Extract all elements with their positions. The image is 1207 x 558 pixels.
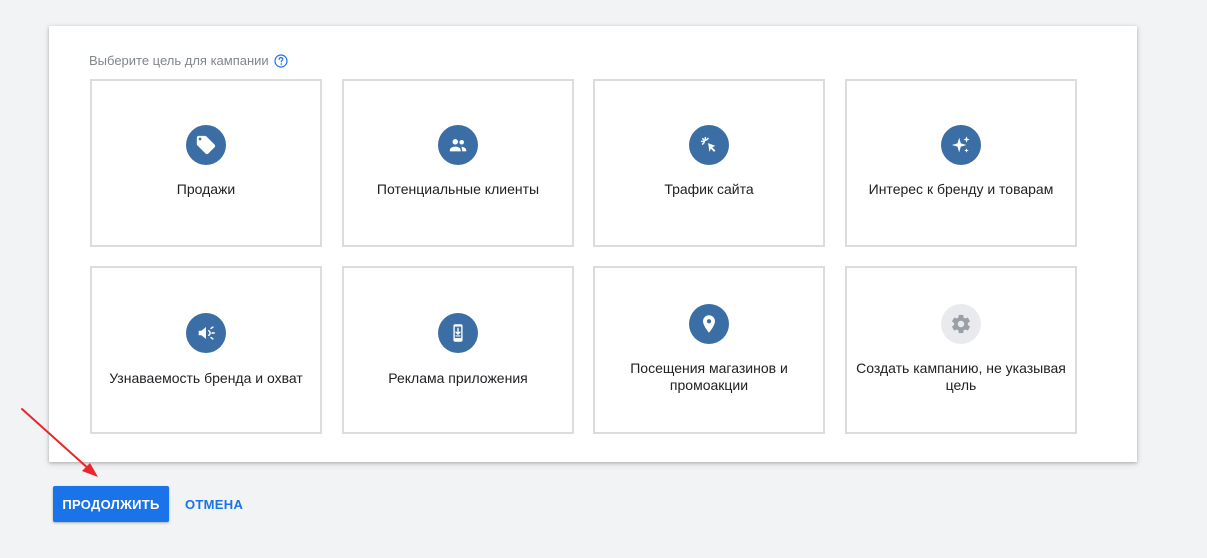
goal-tile-brand-interest[interactable]: Интерес к бренду и товарам [845,79,1077,247]
cursor-click-icon [689,125,729,165]
gear-icon [941,304,981,344]
goal-tile-label: Трафик сайта [664,181,754,197]
tag-icon [186,125,226,165]
goal-tile-brand-awareness[interactable]: Узнаваемость бренда и охват [90,266,322,434]
phone-download-icon [438,313,478,353]
goal-tile-label: Реклама приложения [388,370,528,386]
location-pin-icon [689,304,729,344]
goal-tile-label: Создать кампанию, не указывая цель [856,360,1066,393]
sparkle-icon [941,125,981,165]
campaign-goal-card: Выберите цель для кампании Продажи Потен… [49,26,1137,462]
goal-tile-app-promotion[interactable]: Реклама приложения [342,266,574,434]
help-circle-icon[interactable] [274,53,288,68]
goal-tile-website-traffic[interactable]: Трафик сайта [593,79,825,247]
megaphone-icon [186,313,226,353]
goal-tile-label: Потенциальные клиенты [376,181,540,197]
goal-heading-text: Выберите цель для кампании [89,53,269,68]
goal-tile-store-visits[interactable]: Посещения магазинов и промоакции [593,266,825,434]
goal-tile-label: Интерес к бренду и товарам [868,181,1054,197]
goal-heading: Выберите цель для кампании [89,53,288,68]
goal-tile-leads[interactable]: Потенциальные клиенты [342,79,574,247]
goal-tile-label: Посещения магазинов и промоакции [630,360,788,393]
people-icon [438,125,478,165]
cancel-button[interactable]: ОТМЕНА [176,486,252,522]
continue-button[interactable]: ПРОДОЛЖИТЬ [53,486,169,522]
goal-tile-label: Продажи [176,181,236,197]
goal-tile-sales[interactable]: Продажи [90,79,322,247]
goal-tile-label: Узнаваемость бренда и охват [109,370,303,386]
goal-tile-no-goal[interactable]: Создать кампанию, не указывая цель [845,266,1077,434]
